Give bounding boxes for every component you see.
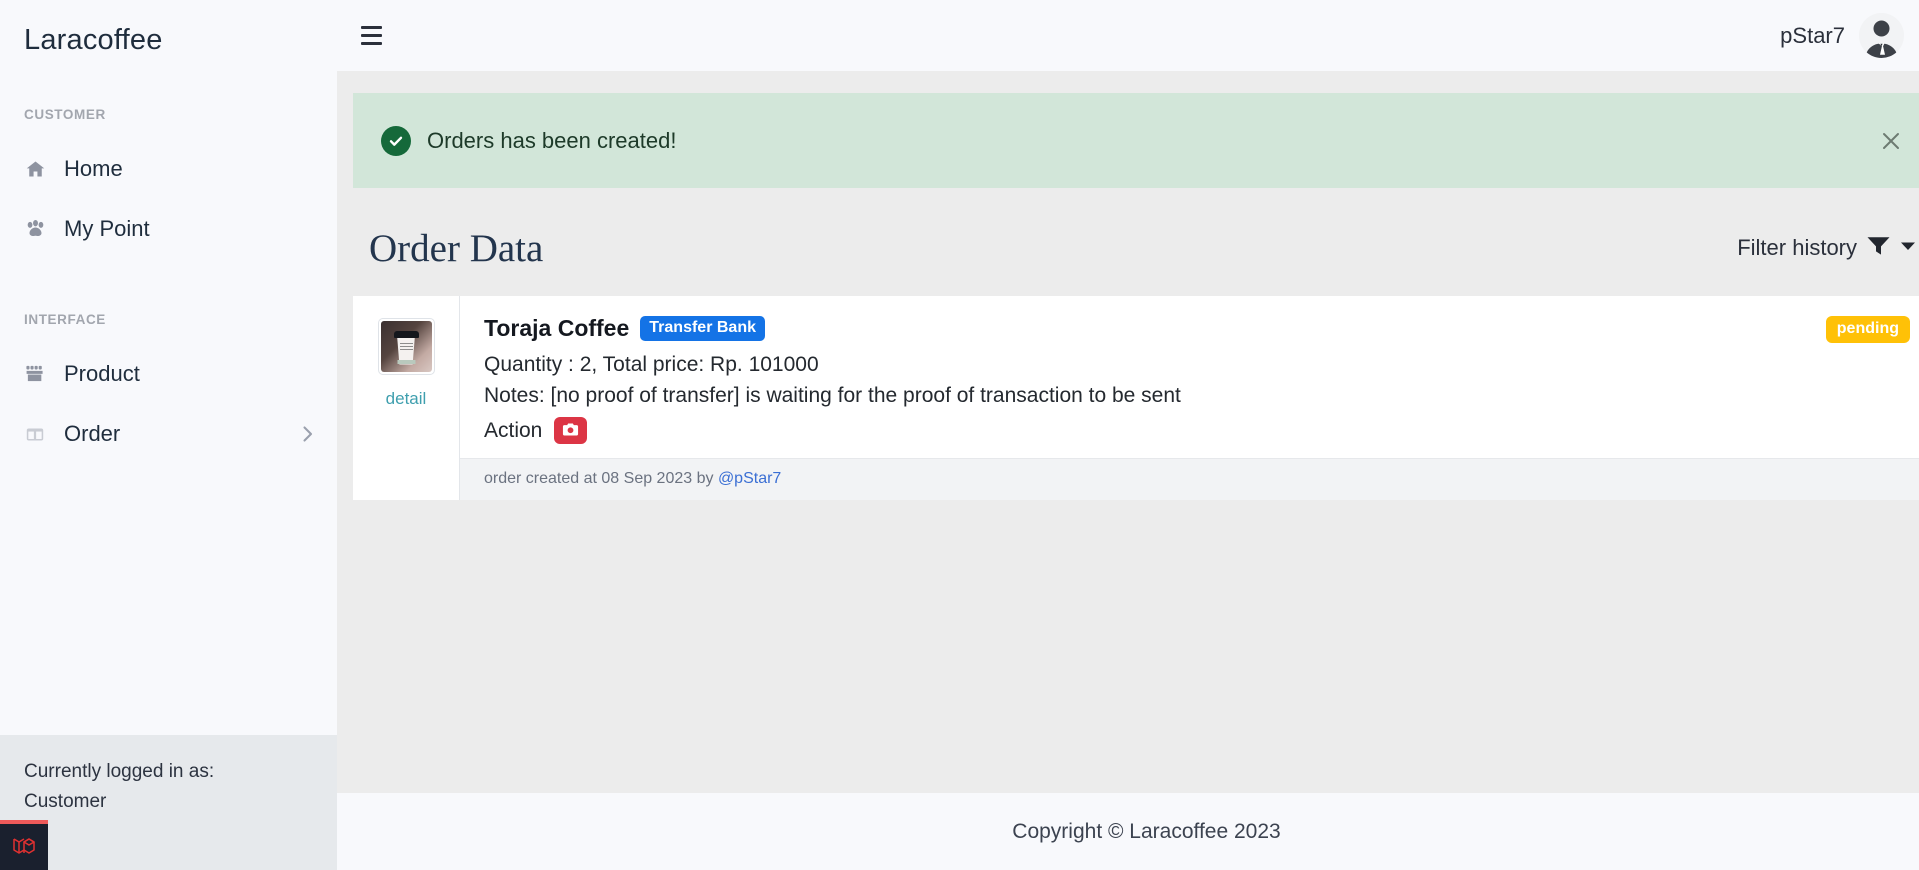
topbar: pStar7 bbox=[337, 0, 1919, 71]
order-card-main: Toraja Coffee Transfer Bank pending Quan… bbox=[460, 296, 1919, 458]
order-created-text: order created at 08 Sep 2023 by bbox=[484, 470, 718, 487]
sidebar-item-home[interactable]: Home bbox=[0, 146, 337, 192]
order-product-name: Toraja Coffee bbox=[484, 315, 630, 341]
order-card: detail Toraja Coffee Transfer Bank pendi… bbox=[353, 296, 1919, 500]
logged-in-role: Customer bbox=[24, 791, 107, 812]
close-icon[interactable] bbox=[1874, 124, 1908, 158]
home-icon bbox=[24, 158, 50, 180]
sidebar-item-order[interactable]: Order bbox=[0, 411, 337, 457]
store-icon bbox=[24, 363, 50, 385]
app-root: Laracoffee CUSTOMER Home My Point INTERF… bbox=[0, 0, 1919, 870]
brand-title[interactable]: Laracoffee bbox=[0, 0, 337, 55]
order-author-link[interactable]: @pStar7 bbox=[718, 470, 781, 487]
content-region: Orders has been created! Order Data Filt… bbox=[337, 71, 1919, 793]
sidebar: Laracoffee CUSTOMER Home My Point INTERF… bbox=[0, 0, 337, 870]
check-circle-icon bbox=[381, 125, 411, 156]
detail-link[interactable]: detail bbox=[386, 389, 427, 409]
logged-in-panel: Currently logged in as: Customer bbox=[0, 735, 337, 870]
payment-method-badge: Transfer Bank bbox=[640, 316, 765, 341]
laravel-logo-icon[interactable] bbox=[0, 820, 48, 870]
topbar-user-menu[interactable]: pStar7 bbox=[1780, 13, 1919, 58]
hamburger-icon[interactable] bbox=[359, 19, 393, 53]
order-card-footer: order created at 08 Sep 2023 by @pStar7 bbox=[460, 458, 1919, 500]
sidebar-item-my-point[interactable]: My Point bbox=[0, 206, 337, 252]
copyright-text: Copyright © Laracoffee 2023 bbox=[1012, 819, 1281, 843]
sidebar-item-label-my-point: My Point bbox=[64, 216, 150, 241]
order-action-row: Action bbox=[484, 417, 1910, 444]
filter-icon bbox=[1866, 235, 1891, 262]
order-title-row: Toraja Coffee Transfer Bank bbox=[484, 316, 1910, 341]
sidebar-section-customer: CUSTOMER bbox=[24, 107, 106, 122]
sidebar-section-interface: INTERFACE bbox=[24, 312, 106, 327]
user-avatar-icon[interactable] bbox=[1859, 13, 1904, 58]
chevron-right-icon bbox=[301, 423, 315, 445]
filter-history-label: Filter history bbox=[1737, 235, 1857, 260]
upload-proof-button[interactable] bbox=[554, 417, 588, 444]
sidebar-item-label-product: Product bbox=[64, 361, 140, 386]
page-title: Order Data bbox=[369, 226, 544, 270]
page-footer: Copyright © Laracoffee 2023 bbox=[337, 793, 1919, 870]
status-badge: pending bbox=[1825, 316, 1910, 343]
logged-in-label: Currently logged in as: bbox=[24, 761, 215, 782]
action-label: Action bbox=[484, 418, 543, 442]
sidebar-item-label-order: Order bbox=[64, 421, 121, 446]
order-thumbnail-column: detail bbox=[353, 296, 460, 500]
order-notes-line: Notes: [no proof of transfer] is waiting… bbox=[484, 384, 1181, 407]
success-alert: Orders has been created! bbox=[353, 93, 1919, 188]
topbar-user-name: pStar7 bbox=[1780, 22, 1845, 48]
paw-icon bbox=[24, 218, 50, 240]
caret-down-icon bbox=[1900, 239, 1916, 257]
sidebar-item-product[interactable]: Product bbox=[0, 351, 337, 397]
filter-history-button[interactable]: Filter history bbox=[1737, 235, 1916, 262]
order-card-body: Toraja Coffee Transfer Bank pending Quan… bbox=[460, 296, 1919, 500]
sidebar-item-label-home: Home bbox=[64, 156, 123, 181]
columns-icon bbox=[24, 423, 50, 445]
coffee-cup-thumbnail[interactable] bbox=[377, 318, 435, 375]
main-area: pStar7 Orders has been created! Order Da… bbox=[337, 0, 1919, 870]
page-header: Order Data Filter history bbox=[353, 216, 1919, 280]
alert-message: Orders has been created! bbox=[427, 127, 677, 153]
order-quantity-line: Quantity : 2, Total price: Rp. 101000 bbox=[484, 353, 819, 376]
camera-icon bbox=[562, 422, 579, 440]
